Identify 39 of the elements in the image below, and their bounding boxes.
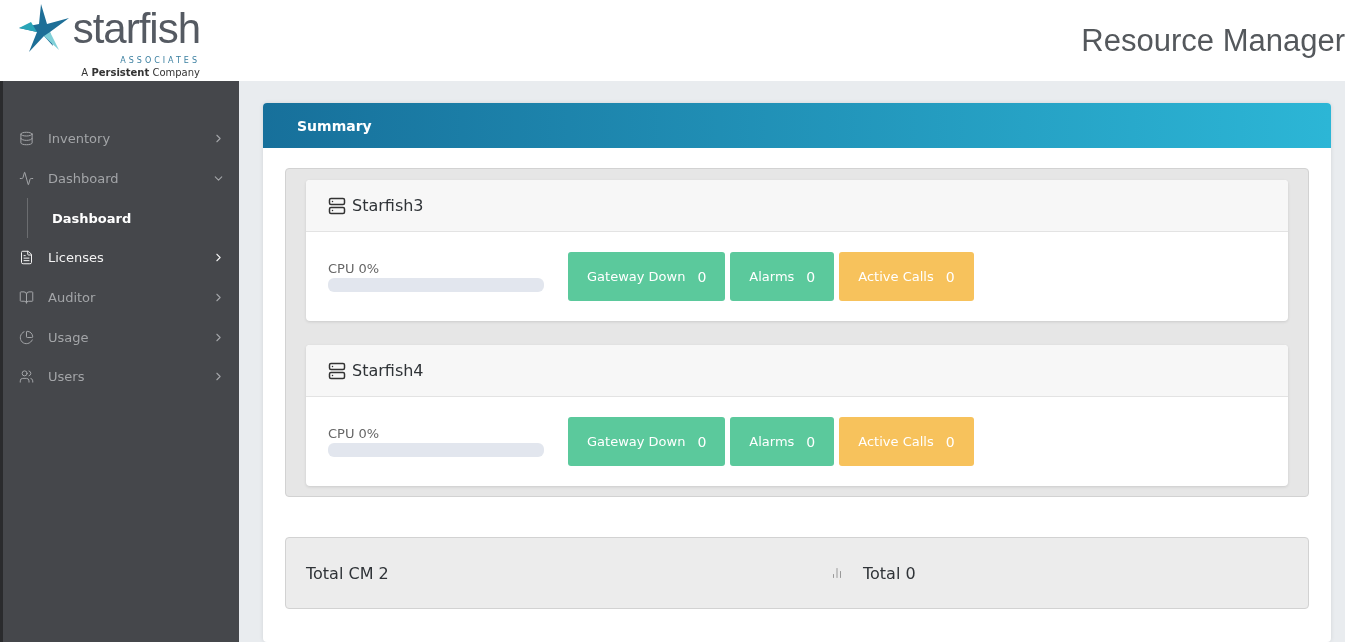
stat-label: Gateway Down <box>587 434 686 449</box>
book-icon <box>19 290 34 306</box>
total-count: Total 0 <box>863 563 916 583</box>
server-name: Starfish3 <box>352 196 424 215</box>
pie-chart-icon <box>19 329 34 345</box>
sidebar-item[interactable]: Dashboard <box>3 158 239 199</box>
pulse-icon <box>19 170 34 186</box>
sidebar-item[interactable]: Usage <box>3 317 239 357</box>
server-icon <box>328 361 346 380</box>
stat-label: Active Calls <box>858 269 934 284</box>
stat-label: Alarms <box>749 269 795 284</box>
sidebar-item[interactable]: Users <box>3 356 239 397</box>
total-cm: Total CM 2 <box>306 563 390 583</box>
sidebar-item[interactable]: Inventory <box>3 119 239 159</box>
document-icon <box>19 250 34 266</box>
stat-value: 0 <box>806 433 816 450</box>
stat-value: 0 <box>806 268 816 285</box>
logo-subtitle: ASSOCIATES <box>120 55 200 66</box>
stat-value: 0 <box>697 433 707 450</box>
database-icon <box>19 131 34 147</box>
cpu-label: CPU 0% <box>328 426 381 441</box>
app-title: Resource Manager <box>1081 22 1345 59</box>
card-header: Summary <box>263 103 1331 148</box>
logo-wordmark: starfish <box>72 9 200 48</box>
cpu-label: CPU 0% <box>328 261 381 276</box>
stat-label: Alarms <box>749 434 795 449</box>
stat-label: Gateway Down <box>587 269 686 284</box>
stat-value: 0 <box>697 268 707 285</box>
users-icon <box>19 369 34 385</box>
stat-label: Active Calls <box>858 434 934 449</box>
stat-value: 0 <box>945 433 955 450</box>
sidebar-item[interactable]: Auditor <box>3 277 239 318</box>
stat-value: 0 <box>945 268 955 285</box>
logo-tagline: A Persistent Company <box>81 65 200 80</box>
sidebar-item[interactable]: Licenses <box>3 238 239 278</box>
bar-chart-icon <box>831 567 843 579</box>
server-icon <box>328 196 346 215</box>
sidebar-subitem[interactable]: Dashboard <box>28 198 239 239</box>
server-name: Starfish4 <box>352 361 424 380</box>
